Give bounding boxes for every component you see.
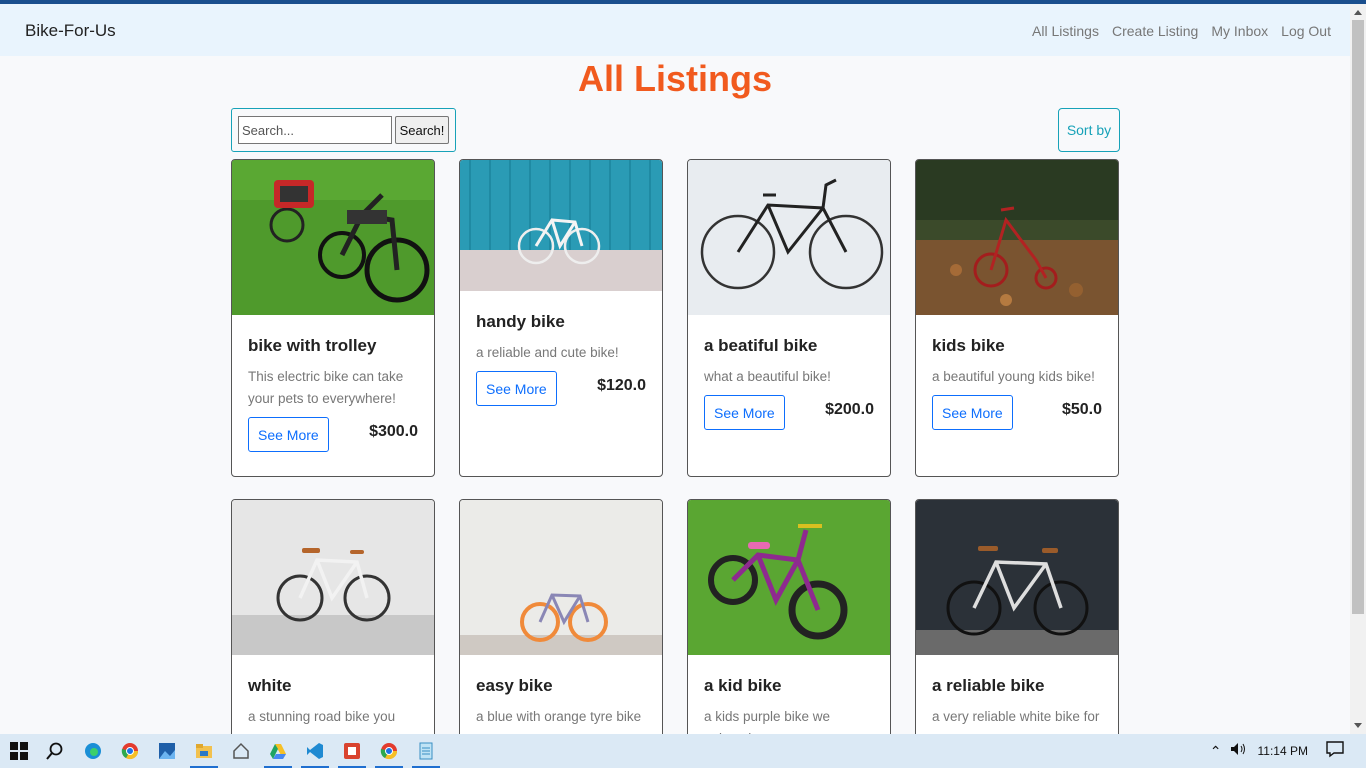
system-tray: ⌃ 11:14 PM: [1210, 734, 1366, 768]
listing-image: [916, 160, 1118, 315]
home-icon[interactable]: [232, 742, 250, 760]
see-more-button[interactable]: See More: [932, 395, 1013, 430]
listing-price: $300.0: [369, 423, 418, 440]
listing-image: [232, 500, 434, 655]
listing-description: a beautiful young kids bike!: [932, 369, 1095, 384]
nav-create-listing[interactable]: Create Listing: [1112, 23, 1198, 39]
scrollbar-thumb[interactable]: [1352, 20, 1364, 614]
listing-image: [232, 160, 434, 315]
nav-links: All Listings Create Listing My Inbox Log…: [1032, 23, 1331, 39]
listing-price: $50.0: [1061, 401, 1102, 418]
see-more-button[interactable]: See More: [248, 417, 329, 452]
google-drive-icon[interactable]: [269, 742, 287, 760]
listing-title: a beatiful bike: [704, 336, 818, 355]
scroll-up-arrow-icon[interactable]: [1354, 10, 1362, 15]
listing-title: handy bike: [476, 312, 565, 331]
listing-title: kids bike: [932, 336, 1005, 355]
navbar: Bike-For-Us All Listings Create Listing …: [0, 4, 1350, 56]
listing-card: white a stunning road bike you: [231, 499, 435, 759]
listing-card: bike with trolley This electric bike can…: [231, 159, 435, 477]
chrome-icon[interactable]: [121, 742, 139, 760]
nav-my-inbox[interactable]: My Inbox: [1211, 23, 1268, 39]
vscode-icon[interactable]: [306, 742, 324, 760]
listing-image: [688, 500, 890, 655]
office-icon[interactable]: [343, 742, 361, 760]
listing-title: easy bike: [476, 676, 553, 695]
listing-image: [916, 500, 1118, 655]
page-scrollbar[interactable]: [1350, 4, 1366, 734]
listing-price: $120.0: [597, 377, 646, 394]
listing-card: a kid bike a kids purple bike we enjoyed: [687, 499, 891, 759]
photos-icon[interactable]: [158, 742, 176, 760]
listing-description: a reliable and cute bike!: [476, 345, 619, 360]
listing-description: This electric bike can take your pets to…: [248, 369, 404, 406]
listing-description: what a beautiful bike!: [704, 369, 831, 384]
listing-card: kids bike a beautiful young kids bike! S…: [915, 159, 1119, 477]
listing-card: easy bike a blue with orange tyre bike: [459, 499, 663, 759]
page-title: All Listings: [577, 58, 772, 99]
listing-description: a stunning road bike you: [248, 709, 396, 724]
scroll-down-arrow-icon[interactable]: [1354, 723, 1362, 728]
listing-title: white: [248, 676, 292, 695]
see-more-button[interactable]: See More: [704, 395, 785, 430]
volume-icon[interactable]: [1230, 742, 1248, 761]
listing-title: a kid bike: [704, 676, 782, 695]
listing-image: [460, 160, 662, 291]
see-more-button[interactable]: See More: [476, 371, 557, 406]
listing-price: $200.0: [825, 401, 874, 418]
listing-title: bike with trolley: [248, 336, 377, 355]
notepad-icon[interactable]: [417, 742, 435, 760]
clock-time[interactable]: 11:14 PM: [1258, 744, 1308, 758]
chrome-icon[interactable]: [380, 742, 398, 760]
listing-image: [460, 500, 662, 655]
listing-card: a reliable bike a very reliable white bi…: [915, 499, 1119, 759]
listing-image: [688, 160, 890, 315]
notification-center-icon[interactable]: [1326, 740, 1344, 763]
listing-description: a blue with orange tyre bike: [476, 709, 642, 724]
edge-icon[interactable]: [84, 742, 102, 760]
search-icon[interactable]: [46, 742, 64, 760]
listing-card: a beatiful bike what a beautiful bike! S…: [687, 159, 891, 477]
listing-title: a reliable bike: [932, 676, 1045, 695]
windows-start-icon[interactable]: [10, 742, 28, 760]
brand-link[interactable]: Bike-For-Us: [25, 21, 116, 41]
nav-all-listings[interactable]: All Listings: [1032, 23, 1099, 39]
search-form: Search!: [231, 108, 456, 152]
show-hidden-icons-chevron-icon[interactable]: ⌃: [1210, 743, 1222, 760]
search-input[interactable]: [238, 116, 392, 144]
nav-log-out[interactable]: Log Out: [1281, 23, 1331, 39]
listing-card: handy bike a reliable and cute bike! See…: [459, 159, 663, 477]
file-explorer-icon[interactable]: [195, 742, 213, 760]
listing-description: a very reliable white bike for: [932, 709, 1100, 724]
search-button[interactable]: Search!: [395, 116, 449, 144]
windows-taskbar: ⌃ 11:14 PM: [0, 734, 1366, 768]
sort-by-button[interactable]: Sort by: [1058, 108, 1120, 152]
